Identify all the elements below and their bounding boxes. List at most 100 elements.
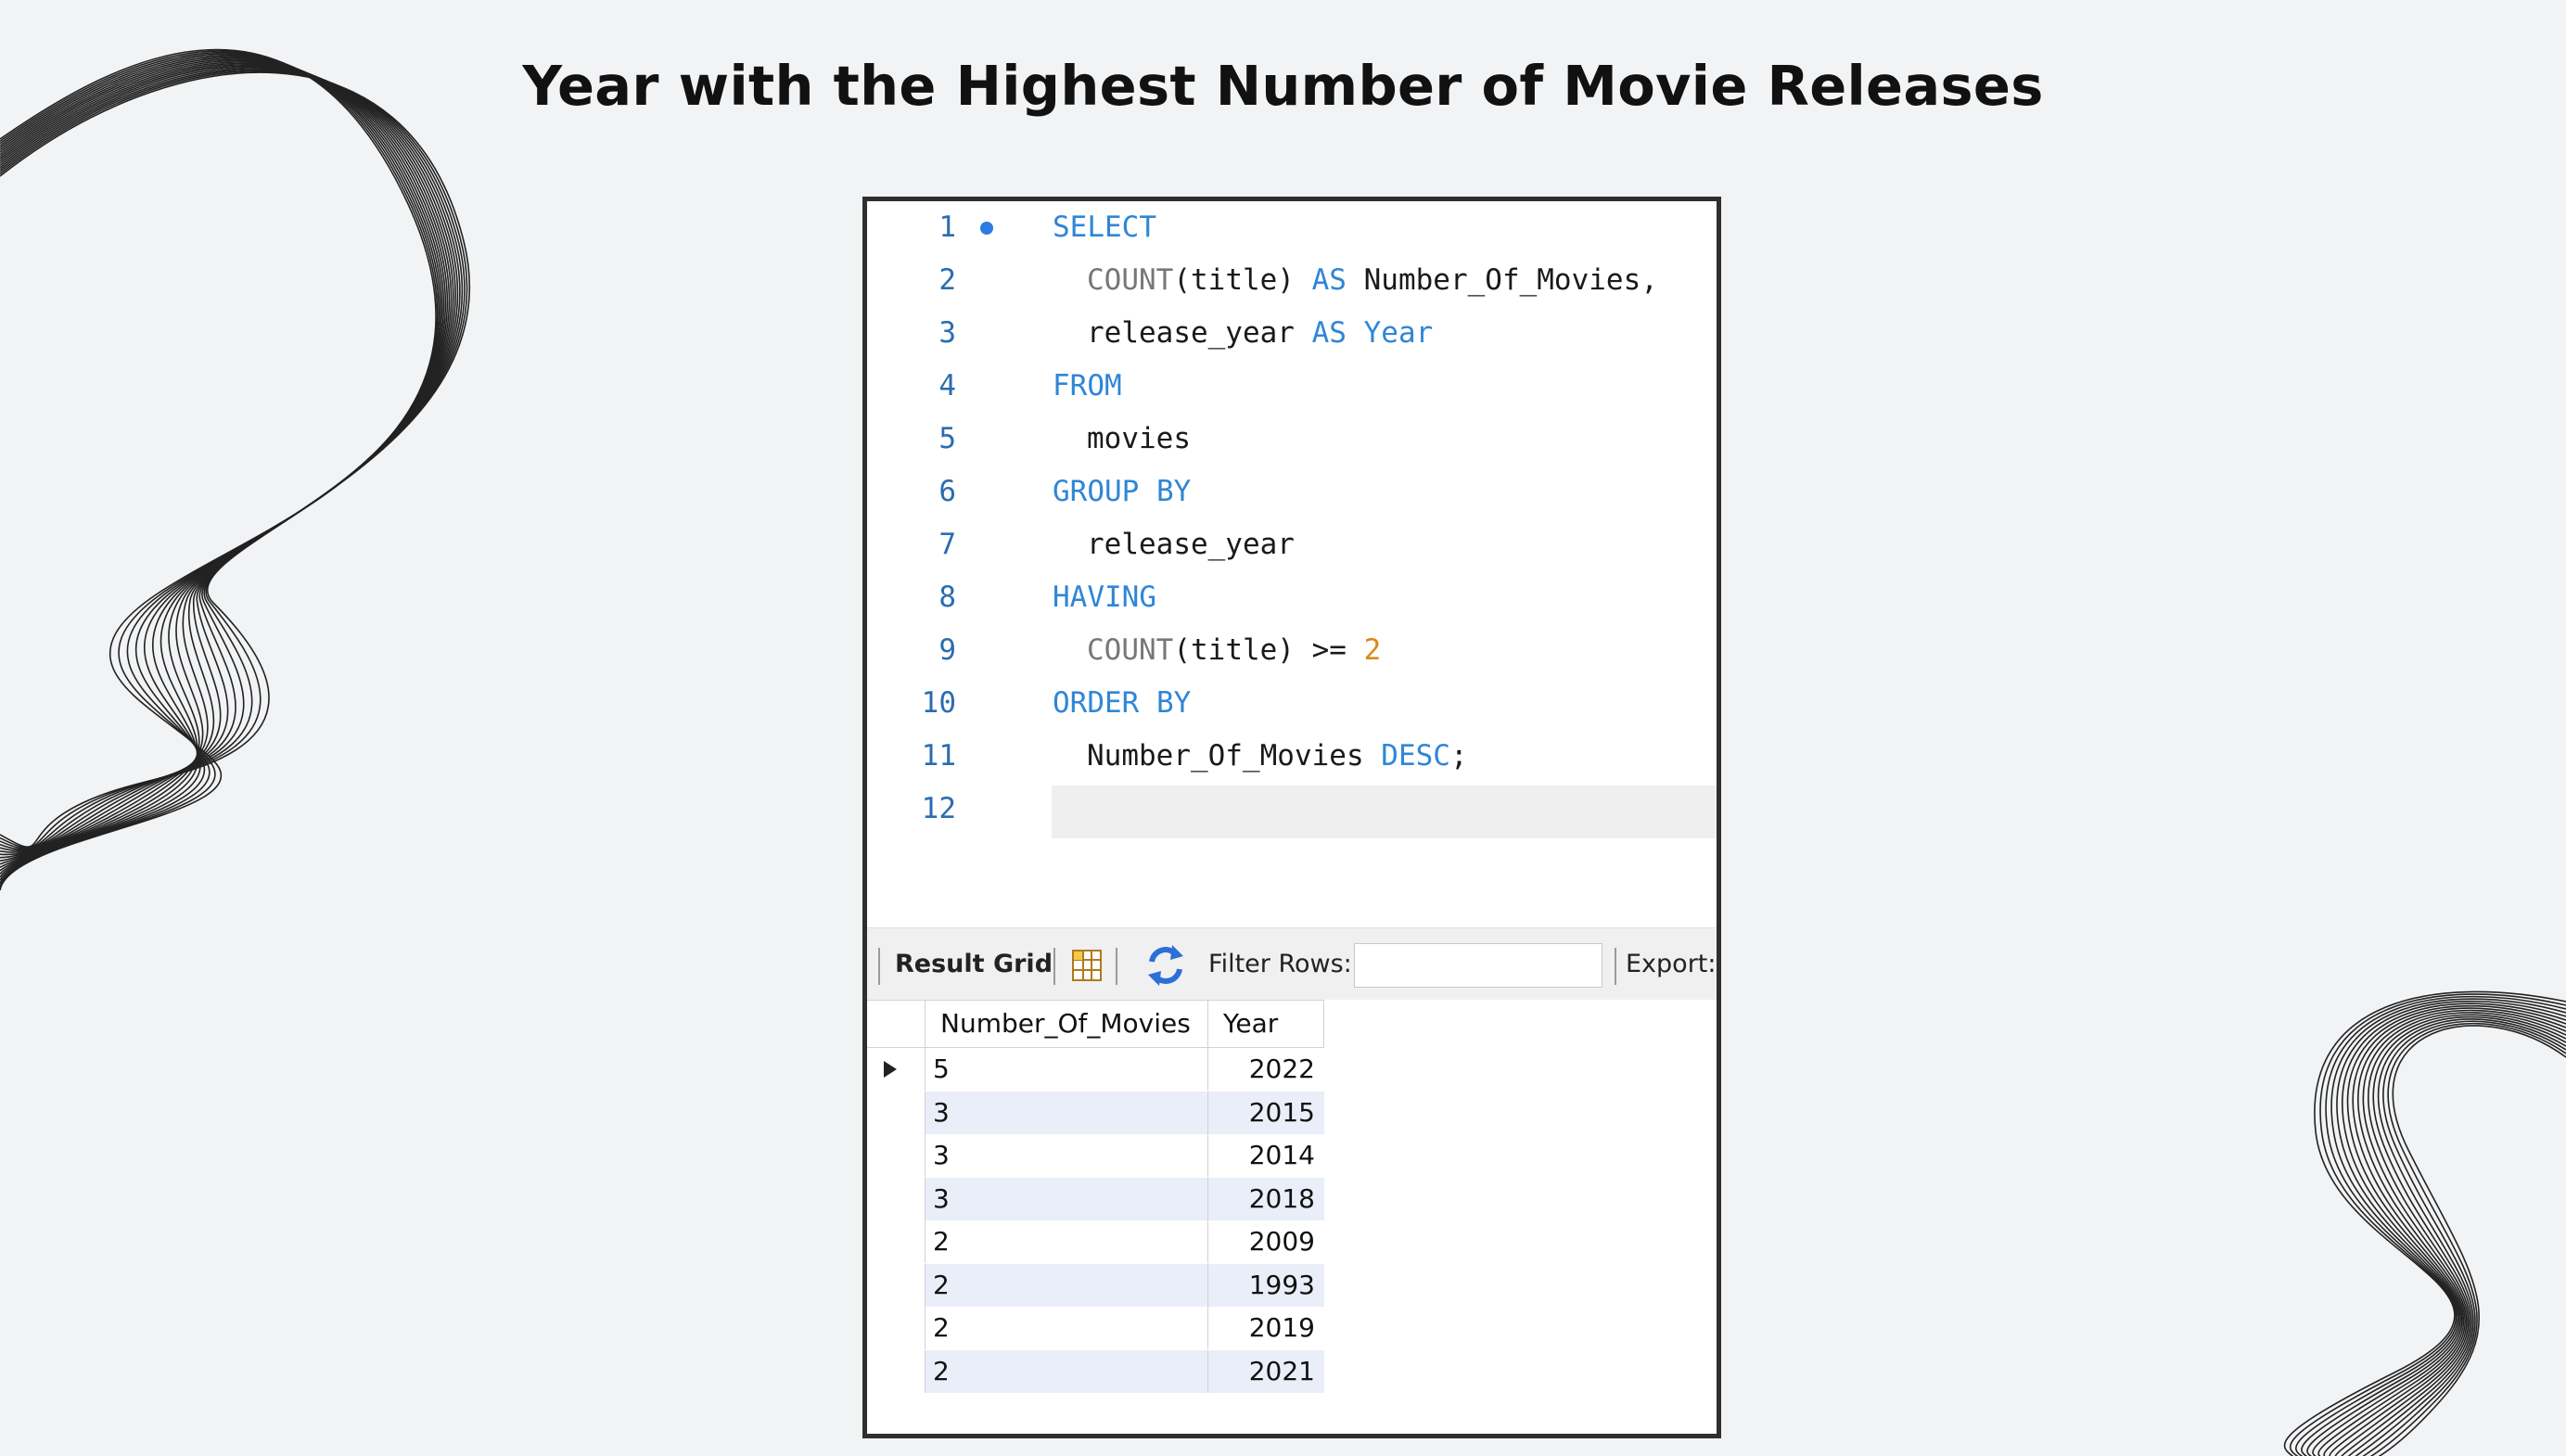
code-line[interactable]: 11 Number_Of_Movies DESC; xyxy=(867,730,1717,783)
code-line[interactable]: 10 ORDER BY xyxy=(867,677,1717,730)
code-line[interactable]: 8 HAVING xyxy=(867,571,1717,624)
filter-rows-label: Filter Rows: xyxy=(1208,950,1352,978)
sql-token: (title) xyxy=(1173,263,1312,297)
line-number: 1 xyxy=(938,211,956,244)
code-text: Number_Of_Movies DESC; xyxy=(1087,730,1468,783)
grid-header: Number_Of_Movies Year xyxy=(867,1000,1324,1048)
sql-token: (title) >= xyxy=(1173,633,1364,667)
decorative-wave-lines-right xyxy=(2283,990,2566,1456)
code-text: COUNT(title) >= 2 xyxy=(1087,624,1381,677)
row-marker[interactable] xyxy=(867,1307,926,1349)
export-label[interactable]: Export: xyxy=(1626,928,1716,1001)
sql-function: COUNT xyxy=(1087,633,1174,667)
form-editor-icon[interactable] xyxy=(1070,928,1104,1001)
code-text: release_year AS Year xyxy=(1087,307,1433,360)
code-line[interactable]: 6 GROUP BY xyxy=(867,466,1717,518)
sql-keyword: AS xyxy=(1311,316,1347,350)
line-number: 7 xyxy=(938,528,956,561)
row-marker[interactable] xyxy=(867,1177,926,1220)
code-text: release_year xyxy=(1087,518,1295,571)
sql-keyword: HAVING xyxy=(1053,581,1156,614)
row-marker[interactable] xyxy=(867,1134,926,1177)
wave-line xyxy=(2289,993,2566,1456)
sql-editor[interactable]: 1 SELECT 2 COUNT(title) AS Number_Of_Movies… xyxy=(867,201,1717,925)
cell-number-of-movies[interactable]: 2 xyxy=(926,1349,1208,1393)
wave-line xyxy=(0,62,454,859)
cell-number-of-movies[interactable]: 3 xyxy=(926,1091,1208,1134)
filter-rows-input[interactable] xyxy=(1354,943,1602,988)
cell-number-of-movies[interactable]: 5 xyxy=(926,1048,1208,1091)
cell-year[interactable]: 2015 xyxy=(1208,1091,1324,1134)
code-line[interactable]: 4 FROM xyxy=(867,360,1717,413)
wave-line xyxy=(0,68,464,850)
line-number: 6 xyxy=(938,475,956,508)
code-text: HAVING xyxy=(1053,571,1156,624)
code-text: ORDER BY xyxy=(1053,677,1191,730)
row-marker[interactable] xyxy=(867,1263,926,1307)
column-header-year[interactable]: Year xyxy=(1208,1001,1324,1047)
cell-year[interactable]: 2009 xyxy=(1208,1220,1324,1263)
cell-number-of-movies[interactable]: 2 xyxy=(926,1263,1208,1307)
cell-year[interactable]: 2021 xyxy=(1208,1349,1324,1393)
table-row[interactable]: 3 2018 xyxy=(867,1177,1324,1220)
row-marker[interactable] xyxy=(867,1091,926,1134)
table-row[interactable]: 2 2009 xyxy=(867,1220,1324,1263)
result-grid-tab[interactable]: Result Grid xyxy=(895,928,1053,1001)
code-line[interactable]: 3 release_year AS Year xyxy=(867,307,1717,360)
code-text: SELECT xyxy=(1053,201,1156,254)
wave-line xyxy=(0,59,451,865)
result-grid[interactable]: Number_Of_Movies Year 5 2022 3 2015 3 2014 3 20… xyxy=(867,1000,1717,1434)
code-line[interactable]: 9 COUNT(title) >= 2 xyxy=(867,624,1717,677)
table-row[interactable]: 3 2014 xyxy=(867,1134,1324,1177)
sql-token: ; xyxy=(1449,739,1468,773)
sql-keyword: DESC xyxy=(1381,739,1450,773)
cell-year[interactable]: 2019 xyxy=(1208,1307,1324,1349)
result-toolbar: Result Grid Filter Rows: Export: xyxy=(867,927,1717,1001)
refresh-icon[interactable] xyxy=(1144,928,1187,1001)
cell-number-of-movies[interactable]: 3 xyxy=(926,1134,1208,1177)
code-text: FROM xyxy=(1053,360,1122,413)
table-row[interactable]: 2 2019 xyxy=(867,1307,1324,1349)
toolbar-separator xyxy=(878,948,880,985)
wave-line xyxy=(0,66,461,852)
current-row-arrow-icon xyxy=(884,1061,897,1078)
cell-number-of-movies[interactable]: 2 xyxy=(926,1307,1208,1349)
sql-keyword: FROM xyxy=(1053,369,1122,402)
workbench-screenshot: 1 SELECT 2 COUNT(title) AS Number_Of_Movies… xyxy=(862,197,1721,1438)
column-header-number-of-movies[interactable]: Number_Of_Movies xyxy=(926,1001,1208,1047)
wave-line xyxy=(2306,1001,2566,1456)
cell-year[interactable]: 2014 xyxy=(1208,1134,1324,1177)
table-row[interactable]: 5 2022 xyxy=(867,1048,1324,1091)
sql-token: release_year xyxy=(1087,316,1312,350)
table-row[interactable]: 2 1993 xyxy=(867,1263,1324,1307)
sql-keyword: ORDER BY xyxy=(1053,686,1192,720)
cell-year[interactable]: 2022 xyxy=(1208,1048,1324,1091)
wave-line xyxy=(0,48,437,891)
cell-year[interactable]: 1993 xyxy=(1208,1263,1324,1307)
row-marker[interactable] xyxy=(867,1220,926,1263)
code-line[interactable]: 12 xyxy=(867,783,1717,836)
code-line[interactable]: 7 release_year xyxy=(867,518,1717,571)
wave-line xyxy=(0,71,471,848)
line-number: 9 xyxy=(938,633,956,667)
table-row[interactable]: 3 2015 xyxy=(867,1091,1324,1134)
cell-year[interactable]: 2018 xyxy=(1208,1177,1324,1220)
toolbar-separator xyxy=(1053,948,1055,985)
code-line[interactable]: 5 movies xyxy=(867,413,1717,466)
wave-line xyxy=(0,54,443,878)
row-marker[interactable] xyxy=(867,1349,926,1393)
cell-number-of-movies[interactable]: 3 xyxy=(926,1177,1208,1220)
sql-token: Number_Of_Movies, xyxy=(1346,263,1658,297)
wave-line xyxy=(0,61,453,862)
wave-line xyxy=(0,70,468,849)
line-number: 12 xyxy=(921,792,956,825)
decorative-wave-lines-left xyxy=(0,48,471,891)
row-marker[interactable] xyxy=(867,1048,926,1091)
wave-line xyxy=(0,69,466,849)
cell-number-of-movies[interactable]: 2 xyxy=(926,1220,1208,1263)
sql-keyword: Year xyxy=(1363,316,1434,350)
code-line[interactable]: 2 COUNT(title) AS Number_Of_Movies, xyxy=(867,254,1717,307)
code-line[interactable]: 1 SELECT xyxy=(867,201,1717,254)
table-row[interactable]: 2 2021 xyxy=(867,1349,1324,1393)
